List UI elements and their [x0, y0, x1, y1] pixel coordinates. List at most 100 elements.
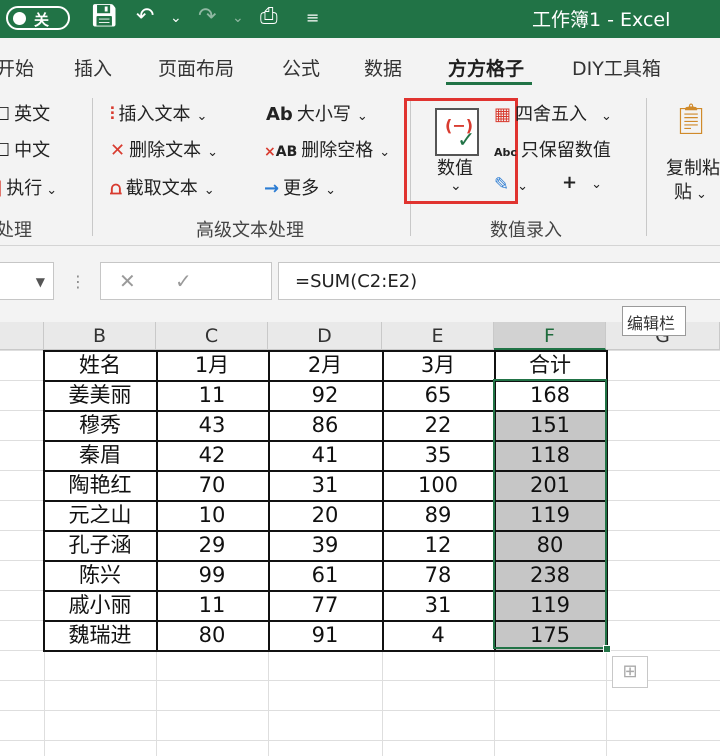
toggle-knob [13, 12, 26, 25]
value-cell[interactable]: 99 [156, 560, 268, 590]
case-button[interactable]: Ab 大小写 ⌄ [266, 100, 368, 126]
delete-space-button[interactable]: ×AB 删除空格 ⌄ [264, 136, 390, 162]
customize-toolbar-icon[interactable]: ≡ [306, 8, 319, 27]
value-button[interactable]: 数值 [437, 154, 473, 180]
column-header-b[interactable]: B [44, 322, 156, 350]
tab-fangfanggezi[interactable]: 方方格子 [448, 54, 524, 81]
value-cell[interactable]: 70 [156, 470, 268, 500]
name-box[interactable]: ▼ [0, 262, 54, 300]
cancel-icon[interactable]: ✕ [119, 269, 136, 293]
copy-paste-label[interactable]: 复制粘 [666, 154, 720, 180]
name-cell[interactable]: 穆秀 [44, 410, 156, 440]
undo-icon[interactable]: ↶ [136, 4, 154, 29]
tab-formulas[interactable]: 公式 [282, 54, 320, 81]
redo-icon[interactable]: ↷ [198, 4, 216, 29]
chinese-button[interactable]: ☐ 中文 [0, 136, 50, 162]
value-cell[interactable]: 39 [268, 530, 382, 560]
value-cell[interactable]: 77 [268, 590, 382, 620]
value-cell[interactable]: 31 [382, 590, 494, 620]
selection-border [493, 379, 607, 649]
plus-button[interactable]: + ⌄ [562, 172, 602, 193]
value-cell[interactable]: 41 [268, 440, 382, 470]
gridline [0, 710, 720, 711]
tab-page-layout[interactable]: 页面布局 [158, 54, 234, 81]
column-header-a[interactable] [0, 322, 44, 350]
tab-data[interactable]: 数据 [364, 54, 402, 81]
value-cell[interactable]: 100 [382, 470, 494, 500]
value-cell[interactable]: 22 [382, 410, 494, 440]
formula-bar-tooltip: 编辑栏 [622, 306, 686, 336]
name-cell[interactable]: 元之山 [44, 500, 156, 530]
value-cell[interactable]: 92 [268, 380, 382, 410]
value-cell[interactable]: 11 [156, 590, 268, 620]
formula-bar-area: ▼ ⋮ ✕ ✓ fx =SUM(C2:E2) [0, 246, 720, 322]
name-cell[interactable]: 陈兴 [44, 560, 156, 590]
fill-handle[interactable] [603, 645, 611, 653]
value-cell[interactable]: 65 [382, 380, 494, 410]
execute-button[interactable]: ]执行⌄ [0, 174, 57, 200]
edit-icon-button[interactable]: ✎ ⌄ [494, 174, 528, 195]
undo-dropdown-icon[interactable]: ⌄ [170, 10, 182, 26]
quick-analysis-icon[interactable]: ⊞ [612, 656, 648, 688]
value-cell[interactable]: 31 [268, 470, 382, 500]
checkbox-icon: ☐ [0, 140, 11, 161]
name-cell[interactable]: 戚小丽 [44, 590, 156, 620]
delete-space-label: 删除空格 [301, 140, 374, 161]
tab-insert[interactable]: 插入 [74, 54, 112, 81]
value-cell[interactable]: 91 [268, 620, 382, 650]
dropdown-arrow-icon[interactable]: ▼ [36, 275, 45, 289]
value-cell[interactable]: 89 [382, 500, 494, 530]
value-cell[interactable]: 86 [268, 410, 382, 440]
header-cell-name[interactable]: 姓名 [44, 350, 156, 380]
header-cell-mar[interactable]: 3月 [382, 350, 494, 380]
header-cell-feb[interactable]: 2月 [268, 350, 382, 380]
value-cell[interactable]: 35 [382, 440, 494, 470]
formula-input[interactable]: =SUM(C2:E2) [278, 262, 720, 300]
name-cell[interactable]: 姜美丽 [44, 380, 156, 410]
header-cell-jan[interactable]: 1月 [156, 350, 268, 380]
header-cell-total[interactable]: 合计 [494, 350, 606, 380]
autosave-toggle[interactable]: 关 [6, 6, 70, 30]
tab-home[interactable]: 开始 [0, 54, 34, 81]
value-cell[interactable]: 61 [268, 560, 382, 590]
column-header-f[interactable]: F [494, 322, 606, 350]
worksheet-grid[interactable]: B C D E F G 姓名 1月 2月 3月 合计 姜美丽 11 92 65 168 穆… [0, 322, 720, 756]
round-button[interactable]: ▦ 四舍五入 ⌄ [494, 100, 612, 126]
value-cell[interactable]: 29 [156, 530, 268, 560]
value-cell[interactable]: 4 [382, 620, 494, 650]
chevron-down-icon[interactable]: ⌄ [450, 178, 462, 194]
value-cell[interactable]: 80 [156, 620, 268, 650]
number-value-icon[interactable]: (−) ✓ [435, 108, 479, 156]
extract-text-button[interactable]: ⩍ 截取文本 ⌄ [110, 174, 215, 200]
english-button[interactable]: ☐ 英文 [0, 100, 50, 126]
column-header-c[interactable]: C [156, 322, 268, 350]
insert-text-label: 插入文本 [118, 104, 191, 125]
value-cell[interactable]: 11 [156, 380, 268, 410]
name-cell[interactable]: 孔子涵 [44, 530, 156, 560]
value-cell[interactable]: 20 [268, 500, 382, 530]
value-cell[interactable]: 10 [156, 500, 268, 530]
name-cell[interactable]: 魏瑞进 [44, 620, 156, 650]
tab-diy-toolbox[interactable]: DIY工具箱 [572, 54, 661, 81]
redo-dropdown-icon[interactable]: ⌄ [232, 10, 244, 26]
keep-values-button[interactable]: Abc 只保留数值 [494, 136, 611, 162]
column-header-e[interactable]: E [382, 322, 494, 350]
group-label-advanced-text: 高级文本处理 [196, 220, 304, 241]
value-cell[interactable]: 12 [382, 530, 494, 560]
vertical-dots-icon[interactable]: ⋮ [70, 272, 86, 291]
value-cell[interactable]: 42 [156, 440, 268, 470]
value-cell[interactable]: 43 [156, 410, 268, 440]
clipboard-icon[interactable]: 📋︎ [672, 102, 710, 137]
delete-text-icon: ✕ [110, 140, 126, 161]
enter-icon[interactable]: ✓ [175, 269, 192, 293]
save-icon[interactable]: 💾︎ [90, 4, 118, 29]
name-cell[interactable]: 秦眉 [44, 440, 156, 470]
insert-text-button[interactable]: ⫶ 插入文本 ⌄ [110, 100, 207, 126]
value-cell[interactable]: 78 [382, 560, 494, 590]
delete-text-button[interactable]: ✕ 删除文本 ⌄ [110, 136, 218, 162]
more-button[interactable]: → 更多 ⌄ [264, 174, 336, 200]
formula-text: =SUM(C2:E2) [295, 271, 418, 292]
print-preview-icon[interactable]: ⎙ [260, 4, 278, 29]
name-cell[interactable]: 陶艳红 [44, 470, 156, 500]
column-header-d[interactable]: D [268, 322, 382, 350]
